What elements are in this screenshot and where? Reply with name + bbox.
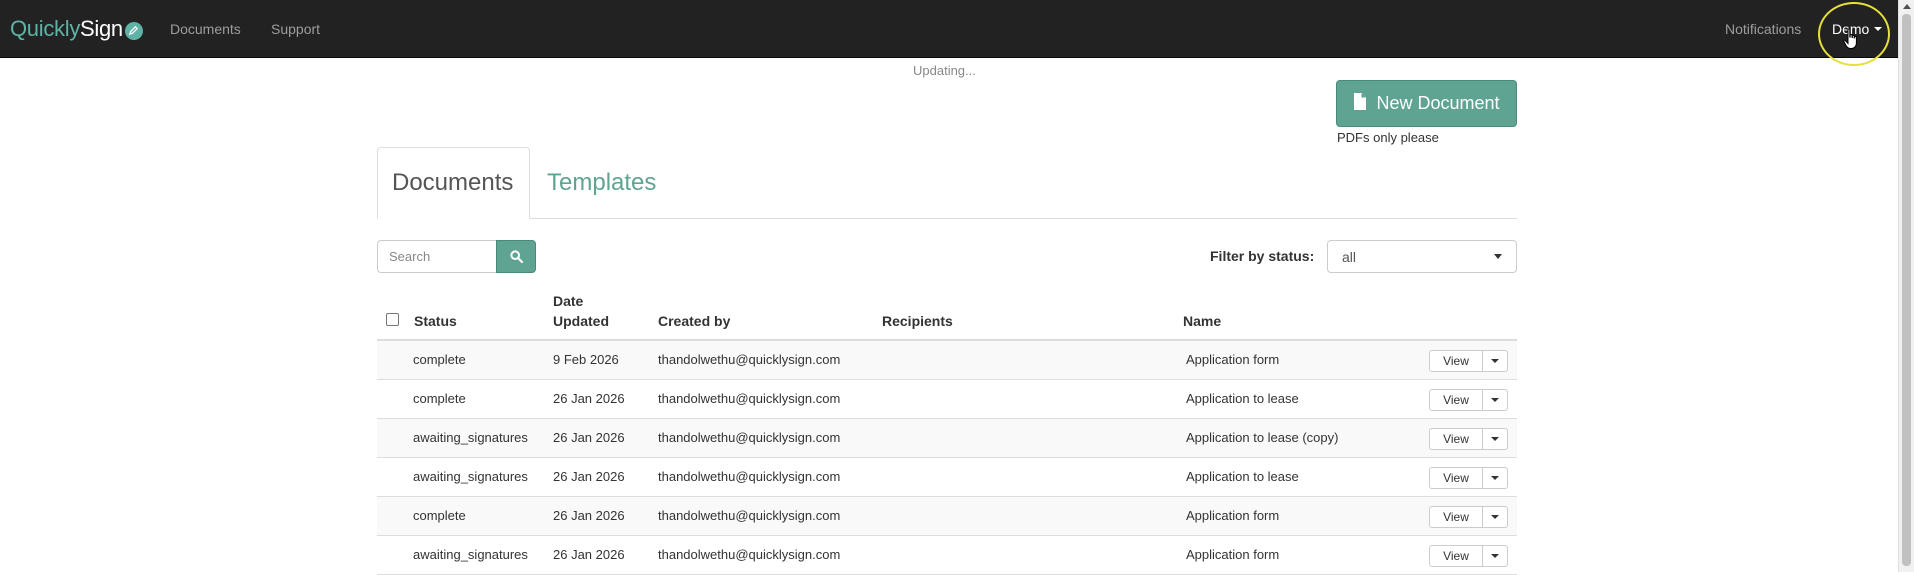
column-header-created-by[interactable]: Created by xyxy=(658,311,730,331)
row-name: Application form xyxy=(1186,352,1280,367)
chevron-down-icon xyxy=(1494,254,1502,259)
view-button[interactable]: View xyxy=(1429,389,1483,411)
nav-support[interactable]: Support xyxy=(271,21,320,37)
table-row[interactable]: awaiting_signatures 26 Jan 2026 thandolw… xyxy=(377,458,1517,497)
file-icon xyxy=(1353,92,1367,115)
column-header-status[interactable]: Status xyxy=(414,311,457,331)
hand-pointer-icon xyxy=(1843,28,1859,55)
view-options-button[interactable] xyxy=(1483,545,1508,567)
row-name: Application form xyxy=(1186,508,1280,523)
row-name: Application form xyxy=(1186,547,1280,562)
select-all-checkbox[interactable] xyxy=(386,313,399,326)
view-button[interactable]: View xyxy=(1429,428,1483,450)
view-options-button[interactable] xyxy=(1483,428,1508,450)
table-row[interactable]: awaiting_signatures 26 Jan 2026 thandolw… xyxy=(377,536,1517,575)
table-row[interactable]: awaiting_signatures 26 Jan 2026 thandolw… xyxy=(377,419,1517,458)
nav-documents[interactable]: Documents xyxy=(170,21,241,37)
row-actions: View xyxy=(1429,350,1508,372)
row-status: complete xyxy=(413,508,466,523)
row-date: 26 Jan 2026 xyxy=(553,547,625,562)
caret-down-icon xyxy=(1491,437,1499,441)
top-navbar: Quickly Sign Documents Support Notificati… xyxy=(0,0,1898,58)
filter-status-value: all xyxy=(1342,248,1357,265)
search-input[interactable] xyxy=(377,240,497,273)
view-button[interactable]: View xyxy=(1429,545,1483,567)
view-options-button[interactable] xyxy=(1483,506,1508,528)
caret-down-icon xyxy=(1491,398,1499,402)
row-actions: View xyxy=(1429,389,1508,411)
pen-circle-icon xyxy=(124,21,143,40)
row-status: complete xyxy=(413,352,466,367)
view-options-button[interactable] xyxy=(1483,389,1508,411)
row-created-by: thandolwethu@quicklysign.com xyxy=(658,469,841,484)
row-name: Application to lease xyxy=(1186,469,1299,484)
caret-down-icon xyxy=(1491,515,1499,519)
row-date: 9 Feb 2026 xyxy=(553,352,619,367)
column-header-date-line1[interactable]: Date xyxy=(553,291,583,311)
new-document-label: New Document xyxy=(1376,93,1500,113)
row-actions: View xyxy=(1429,545,1508,567)
row-date: 26 Jan 2026 xyxy=(553,391,625,406)
caret-down-icon xyxy=(1491,359,1499,363)
brand-text-quickly: Quickly xyxy=(10,16,81,41)
scroll-up-icon[interactable] xyxy=(1903,4,1911,9)
filter-status-label: Filter by status: xyxy=(1210,248,1315,264)
row-status: awaiting_signatures xyxy=(413,469,528,484)
row-date: 26 Jan 2026 xyxy=(553,508,625,523)
view-options-button[interactable] xyxy=(1483,350,1508,372)
row-status: awaiting_signatures xyxy=(413,430,528,445)
row-created-by: thandolwethu@quicklysign.com xyxy=(658,430,841,445)
tab-templates[interactable]: Templates xyxy=(533,147,670,219)
brand-text-sign: Sign xyxy=(80,16,123,41)
brand-logo[interactable]: Quickly Sign xyxy=(10,16,143,42)
row-created-by: thandolwethu@quicklysign.com xyxy=(658,391,841,406)
column-header-recipients[interactable]: Recipients xyxy=(882,311,953,331)
row-actions: View xyxy=(1429,506,1508,528)
row-created-by: thandolwethu@quicklysign.com xyxy=(658,508,841,523)
table-row[interactable]: complete 9 Feb 2026 thandolwethu@quickly… xyxy=(377,341,1517,380)
view-button[interactable]: View xyxy=(1429,467,1483,489)
search-icon xyxy=(509,250,523,263)
page-scrollbar[interactable] xyxy=(1898,0,1914,572)
caret-down-icon xyxy=(1491,476,1499,480)
row-actions: View xyxy=(1429,467,1508,489)
nav-notifications[interactable]: Notifications xyxy=(1725,21,1801,37)
row-date: 26 Jan 2026 xyxy=(553,430,625,445)
row-name: Application to lease xyxy=(1186,391,1299,406)
search-button[interactable] xyxy=(496,240,536,273)
row-status: awaiting_signatures xyxy=(413,547,528,562)
view-button[interactable]: View xyxy=(1429,350,1483,372)
row-status: complete xyxy=(413,391,466,406)
row-created-by: thandolwethu@quicklysign.com xyxy=(658,352,841,367)
caret-down-icon xyxy=(1491,554,1499,558)
updating-status: Updating... xyxy=(913,63,976,78)
new-document-button[interactable]: New Document xyxy=(1336,80,1517,127)
scrollbar-thumb[interactable] xyxy=(1902,14,1911,566)
table-row[interactable]: complete 26 Jan 2026 thandolwethu@quickl… xyxy=(377,380,1517,419)
view-button[interactable]: View xyxy=(1429,506,1483,528)
column-header-name[interactable]: Name xyxy=(1183,311,1221,331)
filter-status-select[interactable]: all xyxy=(1327,240,1517,273)
row-created-by: thandolwethu@quicklysign.com xyxy=(658,547,841,562)
pdf-only-note: PDFs only please xyxy=(1337,130,1439,145)
row-date: 26 Jan 2026 xyxy=(553,469,625,484)
column-header-date-line2[interactable]: Updated xyxy=(553,311,609,331)
row-name: Application to lease (copy) xyxy=(1186,430,1339,445)
row-actions: View xyxy=(1429,428,1508,450)
view-options-button[interactable] xyxy=(1483,467,1508,489)
table-row[interactable]: complete 26 Jan 2026 thandolwethu@quickl… xyxy=(377,497,1517,536)
tab-documents[interactable]: Documents xyxy=(377,147,530,219)
